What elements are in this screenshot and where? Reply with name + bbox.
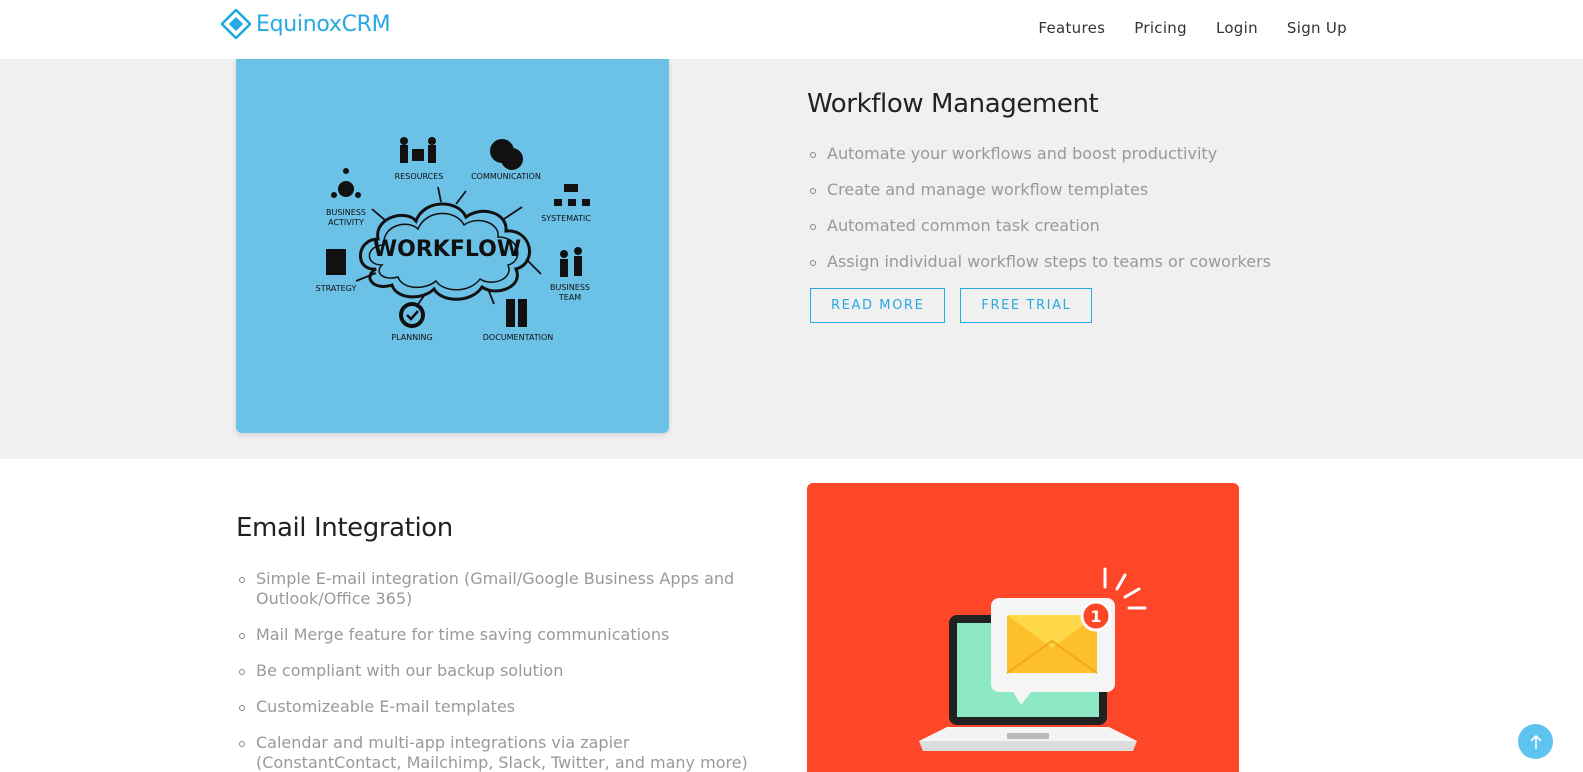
scroll-to-top-button[interactable] [1518,724,1553,759]
workflow-illustration: WORKFLOW RESOURCES COMMUNICATION BUSINES… [236,59,669,433]
nav-pricing[interactable]: Pricing [1134,19,1187,37]
list-item: Simple E-mail integration (Gmail/Google … [236,569,766,609]
svg-text:COMMUNICATION: COMMUNICATION [471,172,541,181]
svg-text:DOCUMENTATION: DOCUMENTATION [483,333,554,342]
svg-text:ACTIVITY: ACTIVITY [328,218,364,227]
svg-text:RESOURCES: RESOURCES [395,172,444,181]
brand-name: EquinoxCRM [256,11,391,37]
navbar: EquinoxCRM Features Pricing Login Sign U… [0,0,1583,59]
workflow-diagram-image: WORKFLOW RESOURCES COMMUNICATION BUSINES… [316,137,591,342]
brand-logo[interactable]: EquinoxCRM [221,9,391,39]
workflow-feature-list: Automate your workflows and boost produc… [807,144,1427,272]
list-item: Automate your workflows and boost produc… [807,144,1427,164]
svg-text:PLANNING: PLANNING [391,333,432,342]
workflow-content: Workflow Management Automate your workfl… [807,89,1427,323]
svg-text:SYSTEMATIC: SYSTEMATIC [541,214,591,223]
free-trial-button[interactable]: FREE TRIAL [960,288,1093,323]
nav-sign-up[interactable]: Sign Up [1287,19,1347,37]
svg-text:TEAM: TEAM [558,293,581,302]
email-feature-list: Simple E-mail integration (Gmail/Google … [236,569,766,772]
email-illustration: 1 [807,483,1239,772]
workflow-center-label: WORKFLOW [373,237,521,262]
email-content: Email Integration Simple E-mail integrat… [236,513,766,772]
workflow-section: WORKFLOW RESOURCES COMMUNICATION BUSINES… [0,59,1583,459]
arrow-up-icon [1529,734,1542,749]
svg-text:STRATEGY: STRATEGY [316,284,357,293]
main-nav: Features Pricing Login Sign Up [1038,19,1347,37]
svg-text:BUSINESS: BUSINESS [550,283,590,292]
svg-text:BUSINESS: BUSINESS [326,208,366,217]
list-item: Assign individual workflow steps to team… [807,252,1427,272]
list-item: Automated common task creation [807,216,1427,236]
workflow-actions: READ MORE FREE TRIAL [810,288,1427,323]
list-item: Create and manage workflow templates [807,180,1427,200]
list-item: Mail Merge feature for time saving commu… [236,625,766,645]
nav-features[interactable]: Features [1038,19,1105,37]
email-title: Email Integration [236,513,453,543]
workflow-title: Workflow Management [807,89,1099,119]
read-more-button[interactable]: READ MORE [810,288,946,323]
list-item: Calendar and multi-app integrations via … [236,733,766,772]
notification-badge: 1 [1090,607,1101,626]
list-item: Customizeable E-mail templates [236,697,766,717]
diamond-logo-icon [221,9,251,39]
email-laptop-image: 1 [919,567,1147,751]
nav-login[interactable]: Login [1216,19,1258,37]
list-item: Be compliant with our backup solution [236,661,766,681]
